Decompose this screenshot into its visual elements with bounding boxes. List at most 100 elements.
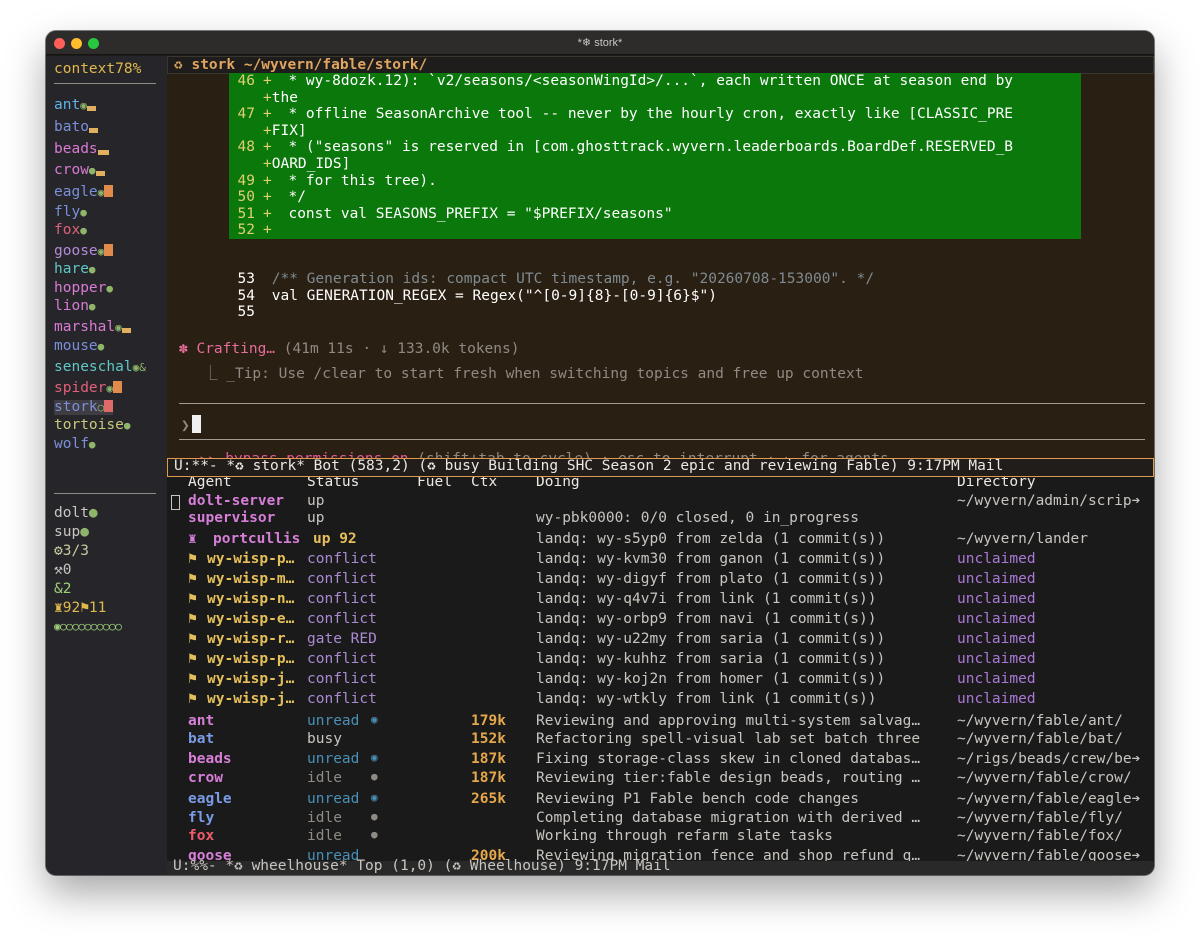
context-line: 55 <box>229 304 263 320</box>
column-header-agent[interactable]: Agent <box>188 477 232 490</box>
code-text: /** Generation ids: compact UTC timestam… <box>263 271 875 287</box>
sidebar-agent[interactable]: mouse● <box>54 339 104 354</box>
table-row[interactable]: ♜ portcullis up 92 landq: wy-s5yp0 from zel… <box>167 531 1154 550</box>
diff-line: 51 + const val SEASONS_PREFIX = "$PREFIX/… <box>229 206 673 222</box>
activity-block <box>104 244 114 256</box>
flag-icon: ⚑ <box>188 671 197 687</box>
flag-icon: ⚑ <box>188 651 197 667</box>
directory: ~/wyvern/fable/fly/ <box>957 810 1123 826</box>
context-line: 54 val GENERATION_REGEX = Regex("^[0-9]{… <box>229 288 717 304</box>
table-row[interactable]: ⚑ wy-wisp-j… conflict landq: wy-koj2n from … <box>167 671 1154 690</box>
table-row[interactable]: ant unread ◉ 179k Reviewing and approving mu… <box>167 713 1154 732</box>
directory: unclaimed <box>957 671 1036 687</box>
sidebar-agent[interactable]: fly● <box>54 205 87 220</box>
sidebar-agent-mark: ◉ <box>80 99 87 112</box>
stat-tools: ⚒0 <box>54 562 72 578</box>
wheelhouse-pane[interactable]: Agent Status Fuel Ctx Doing Directory dolt-se… <box>167 477 1154 861</box>
sidebar-agent[interactable]: hopper● <box>54 281 113 296</box>
status: up <box>307 493 325 509</box>
context-meter: context78% <box>54 61 142 77</box>
table-row[interactable]: bat busy 152k Refactoring spell-visual lab … <box>167 731 1154 750</box>
column-header-doing[interactable]: Doing <box>536 477 580 490</box>
sidebar-agent[interactable]: hare● <box>54 262 96 277</box>
sidebar-agent[interactable]: fox● <box>54 223 87 238</box>
table-row[interactable]: ⚑ wy-wisp-e… conflict landq: wy-orbp9 from … <box>167 611 1154 630</box>
sidebar-agent[interactable]: stork○ <box>54 399 114 415</box>
sidebar-agent[interactable]: marshal◉ <box>54 320 131 335</box>
directory: unclaimed <box>957 691 1036 707</box>
sidebar-agent[interactable]: wolf● <box>54 437 96 452</box>
table-row[interactable]: beads unread ◉ 187k Fixing storage-class ske… <box>167 751 1154 770</box>
diff-line: +FIX] <box>229 123 307 139</box>
column-header-directory[interactable]: Directory <box>957 477 1036 490</box>
sidebar-agent[interactable]: ant◉ <box>54 98 96 113</box>
line-number: 52 <box>237 222 255 239</box>
column-header-fuel[interactable]: Fuel <box>417 477 452 490</box>
status: idle <box>307 828 342 844</box>
table-row[interactable]: ⚑ wy-wisp-n… conflict landq: wy-q4v7i from … <box>167 591 1154 610</box>
diff-sign: + <box>263 222 272 239</box>
status: conflict <box>307 611 377 627</box>
tip-text: ⎿ _Tip: Use /clear to start fresh when s… <box>203 366 864 382</box>
sidebar-agent-name: beads <box>54 141 98 157</box>
table-row[interactable]: eagle unread ◉ 265k Reviewing P1 Fable bench… <box>167 791 1154 810</box>
status: gate RED <box>307 631 377 647</box>
sidebar-agent[interactable]: goose◉ <box>54 244 114 259</box>
directory: ~/rigs/beads/crew/be➔ <box>957 751 1141 767</box>
stat-gears: ⚙3/3 <box>54 543 89 559</box>
table-row[interactable]: ⚑ wy-wisp-p… conflict landq: wy-kuhhz from … <box>167 651 1154 670</box>
table-row[interactable]: fly idle ● Completing database migration wi… <box>167 810 1154 829</box>
stat-amp: &2 <box>54 581 72 597</box>
sidebar-agent-mark: ● <box>123 419 131 432</box>
diff-text: * for this tree). <box>279 172 437 189</box>
agent-name: crow <box>188 770 223 786</box>
sidebar-agent[interactable]: bato <box>54 120 98 135</box>
sidebar-agent[interactable]: spider◉ <box>54 381 123 396</box>
sidebar-agent-name: hare <box>54 261 89 277</box>
diff-text: the <box>271 89 298 106</box>
sidebar-agent[interactable]: eagle◉ <box>54 184 114 200</box>
main-area: ♻ stork ~/wyvern/fable/stork/ 46 + * wy-8… <box>167 56 1154 875</box>
doing: landq: wy-wtkly from link (1 commit(s)) <box>536 691 877 707</box>
sidebar-agent[interactable]: seneschal◉& <box>54 360 146 375</box>
status-icon: ◉ <box>371 713 378 726</box>
diff-sign: + <box>263 73 272 89</box>
table-row[interactable]: ⚑ wy-wisp-p… conflict landq: wy-kvm30 from … <box>167 551 1154 570</box>
line-number: 49 <box>237 172 255 189</box>
divider <box>179 439 1145 440</box>
line-number: 55 <box>237 304 255 321</box>
table-row[interactable]: supervisor up wy-pbk0000: 0/0 closed, 0 in… <box>167 510 1154 529</box>
diff-sign: + <box>263 139 272 156</box>
status: up <box>307 510 325 526</box>
sidebar-agent[interactable]: tortoise● <box>54 418 130 433</box>
table-row[interactable]: fox idle ● Working through refarm slate tas… <box>167 828 1154 847</box>
sidebar-agent[interactable]: beads <box>54 142 109 157</box>
line-number: 54 <box>237 287 255 304</box>
column-header-ctx[interactable]: Ctx <box>471 477 497 490</box>
service-dolt[interactable]: dolt● <box>54 506 98 521</box>
diff-line: 52 + <box>229 222 280 238</box>
terminal-window: *❄ stork* context78% ant◉ bato beads crow● e… <box>46 31 1154 875</box>
doing: landq: wy-kvm30 from ganon (1 commit(s)) <box>536 551 886 567</box>
sidebar-agent[interactable]: crow● <box>54 163 105 178</box>
table-row[interactable]: ⚑ wy-wisp-r… gate RED landq: wy-u22my from … <box>167 631 1154 650</box>
table-row[interactable]: ⚑ wy-wisp-j… conflict landq: wy-wtkly from … <box>167 691 1154 710</box>
line-number: 46 <box>237 73 255 89</box>
diff-sign: + <box>263 205 272 222</box>
doing: landq: wy-digyf from plato (1 commit(s)) <box>536 571 886 587</box>
table-row[interactable]: ⚑ wy-wisp-m… conflict landq: wy-digyf from … <box>167 571 1154 590</box>
status-icon: ● <box>371 770 378 783</box>
sidebar-agent[interactable]: lion● <box>54 299 96 314</box>
sidebar-agent-name: eagle <box>54 184 98 200</box>
service-sup[interactable]: sup● <box>54 525 89 540</box>
directory: ~/wyvern/fable/ant/ <box>957 713 1123 729</box>
directory: ~/wyvern/fable/crow/ <box>957 770 1132 786</box>
table-row[interactable]: crow idle ● 187k Reviewing tier:fable design… <box>167 770 1154 789</box>
agent-name: wy-wisp-e… <box>207 611 295 627</box>
sidebar-agent-name: ant <box>54 97 81 113</box>
prompt-input[interactable]: ❯ <box>181 415 201 434</box>
flag-icon: ⚑ <box>188 591 197 607</box>
sidebar-agent-name: stork <box>54 399 98 415</box>
column-header-status[interactable]: Status <box>307 477 359 490</box>
session-pane[interactable]: ♻ stork ~/wyvern/fable/stork/ 46 + * wy-8… <box>167 56 1154 467</box>
